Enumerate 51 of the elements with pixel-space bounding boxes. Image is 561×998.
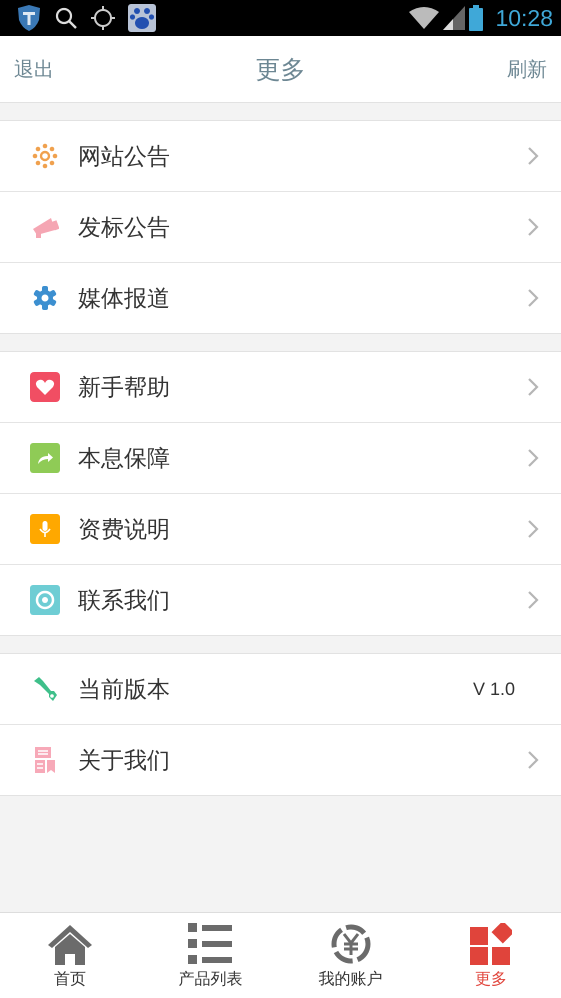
menu-label: 发标公告 [78,214,171,242]
menu-row[interactable]: 联系我们 [0,565,561,635]
chevron-right-icon [527,146,539,166]
chevron-right-icon [527,519,539,539]
coin-icon [330,923,372,965]
chevron-right-icon [527,448,539,468]
version-value: V 1.0 [472,678,515,700]
sun-icon [32,143,58,169]
grid-icon [470,923,512,965]
menu-row[interactable]: 发标公告 [0,192,561,263]
chevron-right-icon [527,377,539,397]
menu-row[interactable]: 新手帮助 [0,352,561,423]
menu-row[interactable]: 网站公告 [0,121,561,192]
menu-row[interactable]: 媒体报道 [0,263,561,333]
wifi-icon [409,6,440,30]
nav-tab[interactable]: 更多 [420,913,561,998]
menu-row[interactable]: 当前版本 V 1.0 [0,654,561,725]
menu-row[interactable]: 本息保障 [0,423,561,494]
home-icon [46,923,94,965]
list-icon [188,923,232,965]
page-title: 更多 [256,54,306,86]
crosshair-icon [90,5,116,31]
menu-label: 网站公告 [78,142,171,172]
menu-label: 媒体报道 [78,284,171,314]
paw-app-icon [128,4,156,32]
nav-tab[interactable]: 首页 [0,913,140,998]
menu-label: 联系我们 [78,586,171,616]
chevron-right-icon [527,590,539,610]
signal-icon [443,6,466,30]
refresh-button[interactable]: 刷新 [507,52,547,86]
chevron-right-icon [527,750,539,770]
clock-time: 10:28 [495,4,553,32]
nav-tab[interactable]: 产品列表 [140,913,280,998]
menu-label: 关于我们 [78,746,171,776]
microphone-icon [30,514,60,544]
document-icon [34,746,56,774]
menu-row[interactable]: 资费说明 [0,494,561,565]
gear-icon [32,285,58,311]
menu-label: 本息保障 [78,444,171,474]
menu-row[interactable]: 关于我们 [0,725,561,795]
menu-label: 新手帮助 [78,374,171,402]
shield-icon [16,4,42,32]
battery-icon [469,5,484,31]
chevron-right-icon [527,288,539,308]
menu-label: 资费说明 [78,516,171,544]
menu-label: 当前版本 [78,676,171,704]
chevron-right-icon [527,217,539,237]
exit-button[interactable]: 退出 [14,52,54,86]
search-icon [54,6,78,30]
nav-tab[interactable]: 我的账户 [280,913,421,998]
megaphone-icon [31,215,59,239]
